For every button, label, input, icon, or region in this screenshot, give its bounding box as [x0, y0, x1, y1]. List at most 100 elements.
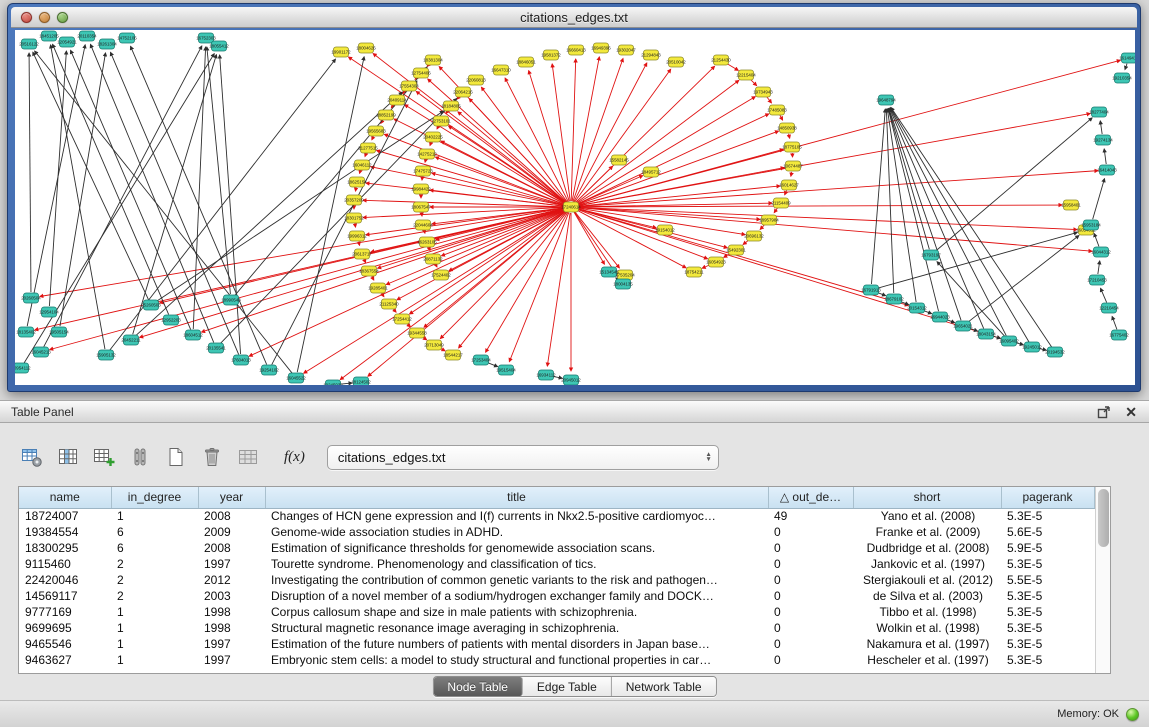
cell-indeg[interactable]: 1 [111, 508, 198, 524]
graph-node[interactable]: 16660413 [566, 45, 586, 55]
tab-network-table[interactable]: Network Table [612, 677, 716, 696]
graph-node[interactable]: 18957984 [759, 215, 779, 225]
graph-edge[interactable] [60, 53, 106, 326]
cell-year[interactable]: 2008 [198, 540, 265, 556]
graph-edge[interactable] [469, 99, 567, 203]
table-scrollbar-thumb[interactable] [1098, 489, 1109, 547]
graph-edge[interactable] [436, 264, 437, 267]
cell-year[interactable]: 1998 [198, 604, 265, 620]
graph-node[interactable]: 15492301 [726, 245, 746, 255]
table-selector-dropdown[interactable]: citations_edges.txt ▲▼ [327, 445, 719, 470]
graph-node[interactable]: 18852199 [376, 110, 396, 120]
graph-node[interactable]: 17254412 [392, 314, 412, 324]
graph-edge[interactable] [44, 46, 202, 347]
cell-indeg[interactable]: 1 [111, 620, 198, 636]
graph-node[interactable]: 19515404 [496, 365, 516, 375]
cell-pagerank[interactable]: 5.6E-5 [1001, 524, 1094, 540]
graph-node[interactable]: 16791913 [861, 285, 881, 295]
cell-title[interactable]: Embryonic stem cells: a model to study s… [265, 652, 768, 668]
graph-node[interactable]: 21294843 [641, 50, 661, 60]
show-columns-icon[interactable] [54, 443, 82, 471]
cell-year[interactable]: 2012 [198, 572, 265, 588]
cell-indeg[interactable]: 2 [111, 556, 198, 572]
graph-node[interactable]: 18990543 [221, 295, 241, 305]
graph-node[interactable]: 18301752 [344, 213, 364, 223]
graph-node[interactable]: 20154312 [907, 303, 927, 313]
graph-node[interactable]: 15582145 [609, 155, 629, 165]
graph-edge[interactable] [207, 47, 231, 294]
cell-short[interactable]: de Silva et al. (2003) [853, 588, 1001, 604]
graph-node[interactable]: 12754406 [411, 68, 431, 78]
graph-node[interactable]: 16647310 [491, 65, 511, 75]
graph-node[interactable]: 16934112 [536, 370, 556, 380]
graph-edge[interactable] [51, 45, 105, 349]
graph-node[interactable]: 18004135 [613, 279, 633, 289]
graph-node[interactable]: 17485083 [767, 105, 787, 115]
graph-edge[interactable] [576, 97, 755, 204]
graph-node[interactable]: 18754211 [684, 267, 704, 277]
graph-node[interactable]: 12215404 [736, 70, 756, 80]
cell-outdeg[interactable]: 0 [768, 636, 853, 652]
cell-year[interactable]: 1997 [198, 556, 265, 572]
cell-short[interactable]: Yano et al. (2008) [853, 508, 1001, 524]
graph-edge[interactable] [889, 109, 961, 321]
row-height-icon[interactable] [126, 443, 154, 471]
graph-node[interactable]: 25260503 [141, 300, 161, 310]
graph-node[interactable]: 16045213 [31, 347, 51, 357]
graph-node[interactable]: 20135541 [206, 343, 226, 353]
graph-node[interactable]: 20260504 [21, 293, 41, 303]
graph-node[interactable]: 16014627 [779, 180, 799, 190]
graph-edge[interactable] [416, 91, 566, 203]
cell-pagerank[interactable]: 5.5E-5 [1001, 572, 1094, 588]
graph-edge[interactable] [1098, 261, 1100, 274]
graph-node[interactable]: 18679102 [884, 294, 904, 304]
cell-name[interactable]: 9115460 [19, 556, 111, 572]
graph-edge[interactable] [437, 126, 438, 129]
graph-node[interactable]: 18261304 [97, 39, 117, 49]
cell-title[interactable]: Estimation of the future numbers of pati… [265, 636, 768, 652]
graph-edge[interactable] [355, 224, 356, 227]
cell-short[interactable]: Wolkin et al. (1998) [853, 620, 1001, 636]
graph-edge[interactable] [365, 154, 366, 157]
cell-outdeg[interactable]: 0 [768, 540, 853, 556]
graph-node[interactable]: 20945012 [561, 375, 581, 385]
create-column-icon[interactable] [90, 443, 118, 471]
graph-edge[interactable] [1104, 149, 1106, 164]
float-panel-icon[interactable] [1097, 405, 1111, 419]
graph-node[interactable]: 16149412 [1119, 53, 1135, 63]
graph-edge[interactable] [363, 200, 565, 207]
graph-node[interactable]: 20516122 [19, 39, 39, 49]
graph-node[interactable]: 16095402 [999, 336, 1019, 346]
cell-short[interactable]: Hescheler et al. (1997) [853, 652, 1001, 668]
cell-outdeg[interactable]: 0 [768, 556, 853, 572]
graph-node[interactable]: 20613717 [352, 249, 372, 259]
graph-node[interactable]: 21154409 [771, 198, 791, 208]
cell-year[interactable]: 2003 [198, 588, 265, 604]
graph-edge[interactable] [780, 115, 783, 120]
cell-outdeg[interactable]: 0 [768, 572, 853, 588]
graph-node[interactable]: 17475723 [413, 166, 433, 176]
new-table-icon[interactable] [162, 443, 190, 471]
graph-edge[interactable] [789, 134, 790, 138]
graph-node[interactable]: 16045522 [286, 373, 306, 383]
graph-node[interactable]: 18381304 [423, 55, 443, 65]
graph-node[interactable]: 15905132 [96, 350, 116, 360]
graph-node[interactable]: 18367554 [359, 266, 379, 276]
cell-name[interactable]: 9465546 [19, 636, 111, 652]
graph-node[interactable]: 19274134 [1093, 135, 1113, 145]
graph-edge[interactable] [1125, 64, 1127, 70]
graph-node[interactable]: 17253404 [471, 355, 491, 365]
graph-node[interactable]: 16793197 [921, 250, 941, 260]
graph-node[interactable]: 18124502 [351, 377, 371, 385]
graph-edge[interactable] [577, 114, 1090, 206]
graph-node[interactable]: 18544217 [443, 350, 463, 360]
graph-node[interactable]: 20402225 [423, 132, 443, 142]
graph-edge[interactable] [936, 118, 1093, 251]
graph-edge[interactable] [425, 160, 426, 162]
graph-node[interactable]: 22044604 [413, 220, 433, 230]
graph-edge[interactable] [440, 211, 566, 338]
table-row[interactable]: 969969511998Structural magnetic resonanc… [19, 620, 1094, 636]
cell-name[interactable]: 19384554 [19, 524, 111, 540]
graph-edge[interactable] [428, 79, 567, 203]
graph-node[interactable]: 16044312 [1091, 247, 1111, 257]
